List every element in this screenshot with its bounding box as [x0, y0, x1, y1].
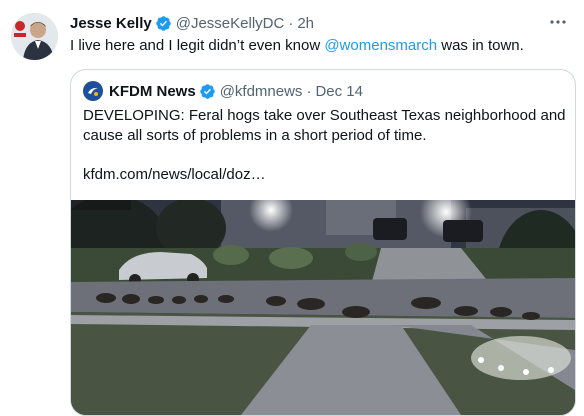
quoted-tweet-text: DEVELOPING: Feral hogs take over Southea… — [83, 107, 566, 144]
video-thumbnail[interactable] — [71, 200, 575, 415]
verified-badge-icon — [199, 83, 215, 99]
tweet-text-end: was in town. — [437, 37, 524, 54]
separator-dot: · — [288, 14, 294, 32]
tweet-timestamp[interactable]: 2h — [297, 15, 314, 32]
author-name[interactable]: Jesse Kelly — [70, 15, 152, 32]
verified-badge-icon — [155, 15, 171, 31]
tweet-text-start: I live here and I legit didn’t even know — [70, 37, 325, 54]
quoted-author-handle[interactable]: @kfdmnews — [220, 83, 303, 100]
more-options-icon[interactable] — [548, 12, 568, 32]
author-handle[interactable]: @JesseKellyDC — [176, 15, 285, 32]
author-avatar[interactable] — [11, 13, 58, 60]
quoted-author-name[interactable]: KFDM News — [109, 83, 196, 100]
quoted-tweet[interactable]: KFDM News @kfdmnews · Dec 14 DEVELOPING:… — [70, 69, 576, 416]
separator-dot: · — [306, 82, 312, 100]
mention-link[interactable]: @womensmarch — [324, 37, 437, 54]
quoted-date[interactable]: Dec 14 — [315, 83, 363, 100]
kfdm-logo-icon[interactable] — [83, 81, 103, 101]
quoted-link[interactable]: kfdm.com/news/local/doz… — [83, 166, 266, 183]
tweet-text: I live here and I legit didn’t even know… — [70, 36, 524, 56]
quoted-tweet-header: KFDM News @kfdmnews · Dec 14 — [83, 80, 363, 102]
tweet-header: Jesse Kelly @JesseKellyDC · 2h — [70, 12, 564, 34]
